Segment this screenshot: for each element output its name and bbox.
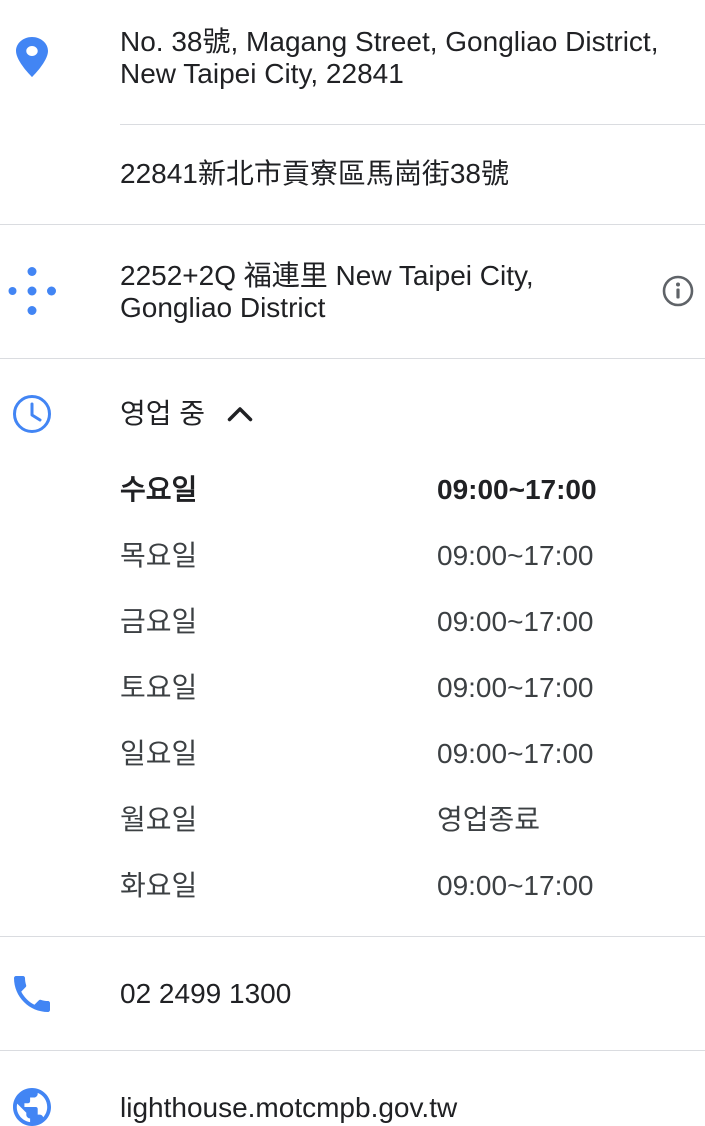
day-hours: 영업종료: [437, 804, 541, 835]
globe-icon: [13, 1088, 51, 1126]
location-pin-icon: [16, 37, 48, 77]
day-name: 목요일: [120, 540, 198, 571]
address-text: No. 38號, Magang Street, Gongliao Distric…: [120, 26, 658, 90]
hours-row: 수요일 09:00~17:00: [0, 457, 705, 523]
phone-number[interactable]: 02 2499 1300: [120, 978, 291, 1010]
hours-section: 영업 중 수요일 09:00~17:00 목요일 09:00~17:00 금요일…: [0, 359, 705, 936]
place-info-panel: No. 38號, Magang Street, Gongliao Distric…: [0, 0, 705, 1126]
hours-status: 영업 중: [120, 398, 253, 430]
hours-row: 목요일 09:00~17:00: [0, 523, 705, 589]
plus-code-icon: [8, 267, 56, 315]
day-hours: 09:00~17:00: [437, 870, 594, 901]
address-row[interactable]: No. 38號, Magang Street, Gongliao Distric…: [0, 0, 705, 124]
day-name: 일요일: [120, 738, 198, 769]
day-name: 수요일: [120, 474, 198, 505]
address-line: No. 38號, Magang Street, Gongliao Distric…: [120, 26, 659, 57]
day-name: 토요일: [120, 672, 198, 703]
plus-code-line: Gongliao District: [120, 292, 326, 323]
local-address-text: 22841新北市貢寮區馬崗街38號: [120, 158, 510, 189]
day-hours: 09:00~17:00: [437, 474, 597, 505]
website-row[interactable]: lighthouse.motcmpb.gov.tw: [0, 1051, 705, 1126]
day-hours: 09:00~17:00: [437, 738, 594, 769]
hours-row: 월요일 영업종료: [0, 787, 705, 853]
chevron-up-icon[interactable]: [227, 406, 253, 422]
day-name: 월요일: [120, 804, 198, 835]
hours-row: 화요일 09:00~17:00: [0, 853, 705, 919]
website-link[interactable]: lighthouse.motcmpb.gov.tw: [120, 1092, 457, 1124]
day-name: 금요일: [120, 606, 198, 637]
clock-icon: [13, 395, 51, 433]
phone-icon: [14, 976, 50, 1012]
day-hours: 09:00~17:00: [437, 606, 594, 637]
open-status-text: 영업 중: [120, 398, 206, 429]
plus-code-line: 2252+2Q 福連里 New Taipei City,: [120, 260, 534, 291]
local-address-row[interactable]: 22841新北市貢寮區馬崗街38號: [0, 125, 705, 224]
address-line: New Taipei City, 22841: [120, 58, 404, 89]
hours-row: 일요일 09:00~17:00: [0, 721, 705, 787]
hours-row: 토요일 09:00~17:00: [0, 655, 705, 721]
day-hours: 09:00~17:00: [437, 540, 594, 571]
day-hours: 09:00~17:00: [437, 672, 594, 703]
plus-code-row[interactable]: 2252+2Q 福連里 New Taipei City, Gongliao Di…: [0, 225, 705, 358]
plus-code-text: 2252+2Q 福連里 New Taipei City, Gongliao Di…: [120, 260, 534, 324]
day-name: 화요일: [120, 870, 198, 901]
hours-row: 금요일 09:00~17:00: [0, 589, 705, 655]
phone-row[interactable]: 02 2499 1300: [0, 937, 705, 1050]
info-icon[interactable]: [662, 275, 694, 307]
hours-toggle[interactable]: 영업 중: [0, 359, 705, 457]
